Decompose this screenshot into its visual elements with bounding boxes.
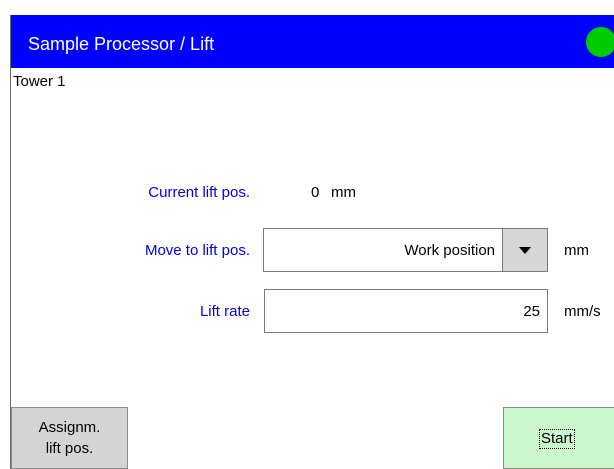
start-button[interactable]: Start bbox=[503, 407, 614, 469]
lift-rate-label: Lift rate bbox=[199, 303, 250, 320]
current-lift-pos-label: Current lift pos. bbox=[148, 184, 250, 201]
lift-panel: Sample Processor / Lift Tower 1 Current … bbox=[10, 15, 614, 469]
title-bar: Sample Processor / Lift bbox=[11, 15, 614, 68]
move-to-lift-pos-unit: mm bbox=[564, 242, 589, 259]
lift-rate-value: 25 bbox=[523, 302, 540, 320]
assign-lift-pos-button[interactable]: Assignm. lift pos. bbox=[11, 407, 128, 469]
chevron-down-icon bbox=[519, 246, 531, 254]
lift-rate-unit: mm/s bbox=[564, 303, 601, 320]
page-title: Sample Processor / Lift bbox=[28, 34, 215, 54]
status-indicator-icon bbox=[586, 27, 614, 57]
move-to-lift-pos-dropdown-button[interactable] bbox=[502, 228, 548, 272]
current-lift-pos-unit: mm bbox=[331, 184, 356, 201]
current-lift-pos-value: 0 bbox=[311, 184, 320, 201]
tower-label: Tower 1 bbox=[13, 73, 66, 90]
assign-lift-pos-button-line1: Assignm. bbox=[38, 419, 101, 436]
move-to-lift-pos-label: Move to lift pos. bbox=[144, 242, 250, 259]
start-button-label: Start bbox=[539, 429, 575, 449]
assign-lift-pos-button-line2: lift pos. bbox=[45, 440, 94, 457]
move-to-lift-pos-value: Work position bbox=[404, 241, 495, 259]
lift-rate-input[interactable]: 25 bbox=[264, 289, 548, 333]
move-to-lift-pos-select[interactable]: Work position bbox=[263, 228, 503, 272]
